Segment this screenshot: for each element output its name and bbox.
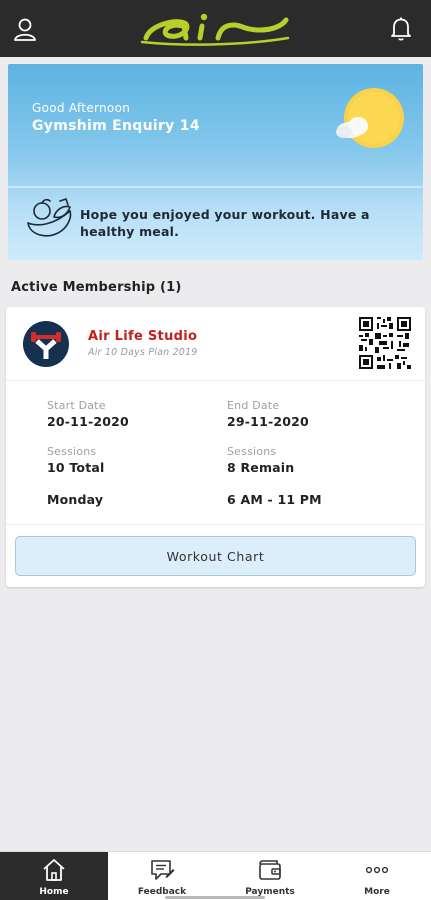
tab-label: Home [39, 887, 69, 897]
sessions-remain-label: Sessions [227, 445, 277, 458]
more-icon [364, 858, 390, 882]
card-divider [6, 524, 425, 525]
feedback-icon [149, 858, 175, 882]
banner-divider [8, 186, 423, 188]
qr-code-icon[interactable] [359, 317, 411, 369]
top-bar [0, 0, 431, 57]
sun-cloud-icon [334, 86, 404, 152]
workout-message: Hope you enjoyed your workout. Have a he… [80, 207, 370, 239]
start-date-value: 20-11-2020 [47, 414, 129, 429]
sessions-label: Sessions [47, 445, 97, 458]
membership-card[interactable]: Air Life Studio Air 10 Days Plan 2019 St… [6, 307, 425, 587]
end-date-label: End Date [227, 399, 280, 412]
workout-chart-button[interactable]: Workout Chart [15, 536, 416, 576]
plan-name: Air 10 Days Plan 2019 [88, 347, 198, 358]
tab-payments[interactable]: Payments [216, 852, 324, 900]
wallet-icon [257, 858, 283, 882]
greeting-banner: Good Afternoon Gymshim Enquiry 14 Hope y… [8, 64, 423, 260]
active-membership-title: Active Membership (1) [11, 280, 182, 295]
schedule-time: 6 AM - 11 PM [227, 492, 322, 507]
end-date-value: 29-11-2020 [227, 414, 309, 429]
tab-more[interactable]: More [323, 852, 431, 900]
user-icon[interactable] [12, 16, 38, 42]
tab-home[interactable]: Home [0, 852, 108, 900]
sessions-total: 10 Total [47, 460, 105, 475]
home-icon [41, 858, 67, 882]
tab-label: More [364, 887, 390, 897]
air-logo [140, 8, 290, 48]
schedule-day: Monday [47, 492, 104, 507]
home-indicator [165, 896, 265, 899]
user-name: Gymshim Enquiry 14 [32, 118, 200, 134]
gym-name: Air Life Studio [88, 329, 198, 344]
card-divider [6, 380, 425, 381]
gym-logo [23, 321, 69, 367]
tab-feedback[interactable]: Feedback [108, 852, 216, 900]
bell-icon[interactable] [389, 16, 413, 42]
healthy-meal-icon [24, 197, 80, 241]
start-date-label: Start Date [47, 399, 106, 412]
bottom-tab-bar: Home Feedback Payments More [0, 851, 431, 900]
greeting-text: Good Afternoon [32, 101, 131, 115]
sessions-remain: 8 Remain [227, 460, 295, 475]
